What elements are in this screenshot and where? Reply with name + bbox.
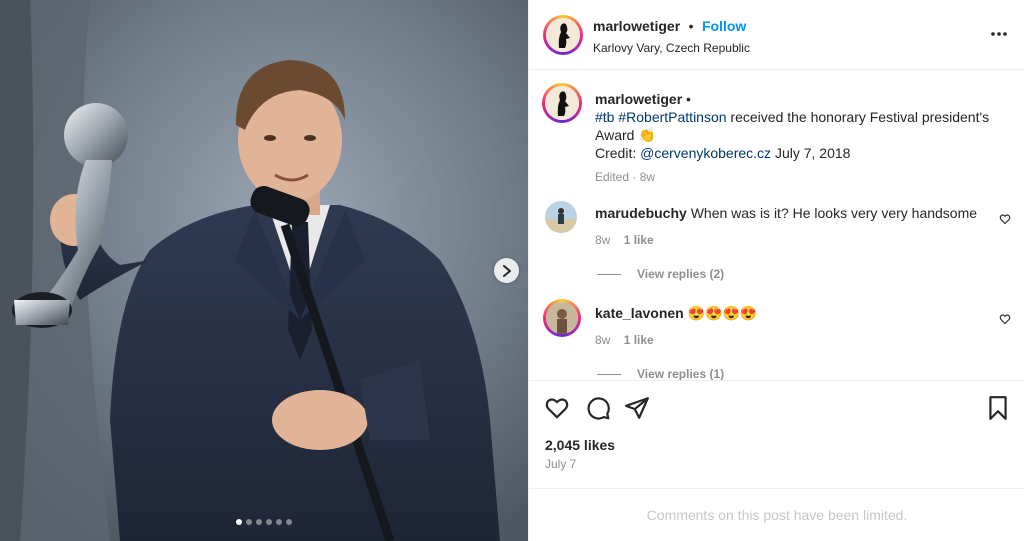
next-slide-button[interactable]: [494, 258, 519, 283]
caption-username[interactable]: marlowetiger: [595, 91, 682, 107]
credit-prefix: Credit:: [595, 145, 641, 161]
comment-likes[interactable]: 1 like: [624, 233, 654, 247]
heart-icon[interactable]: [544, 395, 570, 421]
follow-button[interactable]: Follow: [702, 18, 746, 34]
comment-meta: 8w 1 like: [595, 233, 654, 247]
hashtag-tb[interactable]: #tb: [595, 109, 614, 125]
comments-section[interactable]: marlowetiger • #tb #RobertPattinson rece…: [529, 71, 1024, 380]
share-icon[interactable]: [624, 395, 650, 421]
post-header: marlowetiger • Follow Karlovy Vary, Czec…: [529, 0, 1024, 70]
photo-scene: [0, 0, 528, 541]
author-avatar[interactable]: [543, 15, 583, 55]
comment-likes[interactable]: 1 like: [624, 333, 654, 347]
more-options-icon[interactable]: [989, 28, 1009, 40]
replies-divider: [597, 373, 621, 375]
carousel-indicator: [0, 519, 528, 525]
comment-meta: 8w 1 like: [595, 333, 654, 347]
post-photo[interactable]: [0, 0, 528, 541]
caption-avatar[interactable]: [542, 83, 582, 123]
comment-age: 8w: [595, 233, 611, 247]
caption-dot: •: [686, 91, 691, 107]
view-replies-label: View replies (2): [637, 267, 725, 281]
view-replies-button[interactable]: View replies (2): [597, 267, 724, 281]
credit-date: July 7, 2018: [771, 145, 851, 161]
post-side-panel: marlowetiger • Follow Karlovy Vary, Czec…: [528, 0, 1024, 541]
heart-icon[interactable]: [999, 313, 1011, 325]
view-replies-button[interactable]: View replies (1): [597, 367, 724, 380]
carousel-dot: [266, 519, 272, 525]
commenter-avatar[interactable]: [543, 299, 581, 337]
post-date[interactable]: July 7: [545, 457, 576, 471]
bookmark-icon[interactable]: [985, 395, 1011, 421]
replies-divider: [597, 273, 621, 275]
person-avatar-image: [546, 302, 578, 334]
header-text: marlowetiger • Follow Karlovy Vary, Czec…: [593, 18, 750, 55]
comments-limited-notice: Comments on this post have been limited.: [529, 488, 1024, 541]
commenter-avatar[interactable]: [545, 201, 577, 233]
instagram-post: marlowetiger • Follow Karlovy Vary, Czec…: [0, 0, 1024, 541]
comment-text-line: kate_lavonen 😍😍😍😍: [595, 305, 757, 322]
carousel-dot: [276, 519, 282, 525]
comment-text-line: marudebuchy When was is it? He looks ver…: [595, 205, 977, 221]
silhouette-avatar-image: [545, 86, 579, 120]
caption-edited-meta: Edited · 8w: [595, 170, 656, 184]
commenter-username[interactable]: marudebuchy: [595, 205, 687, 221]
separator-dot: •: [688, 18, 694, 34]
post-location[interactable]: Karlovy Vary, Czech Republic: [593, 41, 750, 55]
chevron-right-icon: [502, 264, 511, 277]
carousel-dot: [256, 519, 262, 525]
comment-icon[interactable]: [585, 395, 611, 421]
comment-text: When was is it? He looks very very hands…: [690, 205, 978, 221]
view-replies-label: View replies (1): [637, 367, 725, 380]
commenter-username[interactable]: kate_lavonen: [595, 305, 684, 321]
beach-avatar-image: [545, 201, 577, 233]
comment-text: 😍😍😍😍: [687, 305, 758, 321]
carousel-dot: [286, 519, 292, 525]
carousel-dot: [246, 519, 252, 525]
post-caption: marlowetiger • #tb #RobertPattinson rece…: [595, 90, 995, 186]
silhouette-avatar-image: [546, 18, 580, 52]
hashtag-robertpattinson[interactable]: #RobertPattinson: [618, 109, 726, 125]
carousel-dot: [236, 519, 242, 525]
credit-handle-link[interactable]: @cervenykoberec.cz: [640, 145, 771, 161]
post-actions: 2,045 likes July 7: [529, 380, 1024, 488]
comment-age: 8w: [595, 333, 611, 347]
heart-icon[interactable]: [999, 213, 1011, 225]
likes-count[interactable]: 2,045 likes: [545, 437, 615, 453]
author-username[interactable]: marlowetiger: [593, 18, 680, 34]
